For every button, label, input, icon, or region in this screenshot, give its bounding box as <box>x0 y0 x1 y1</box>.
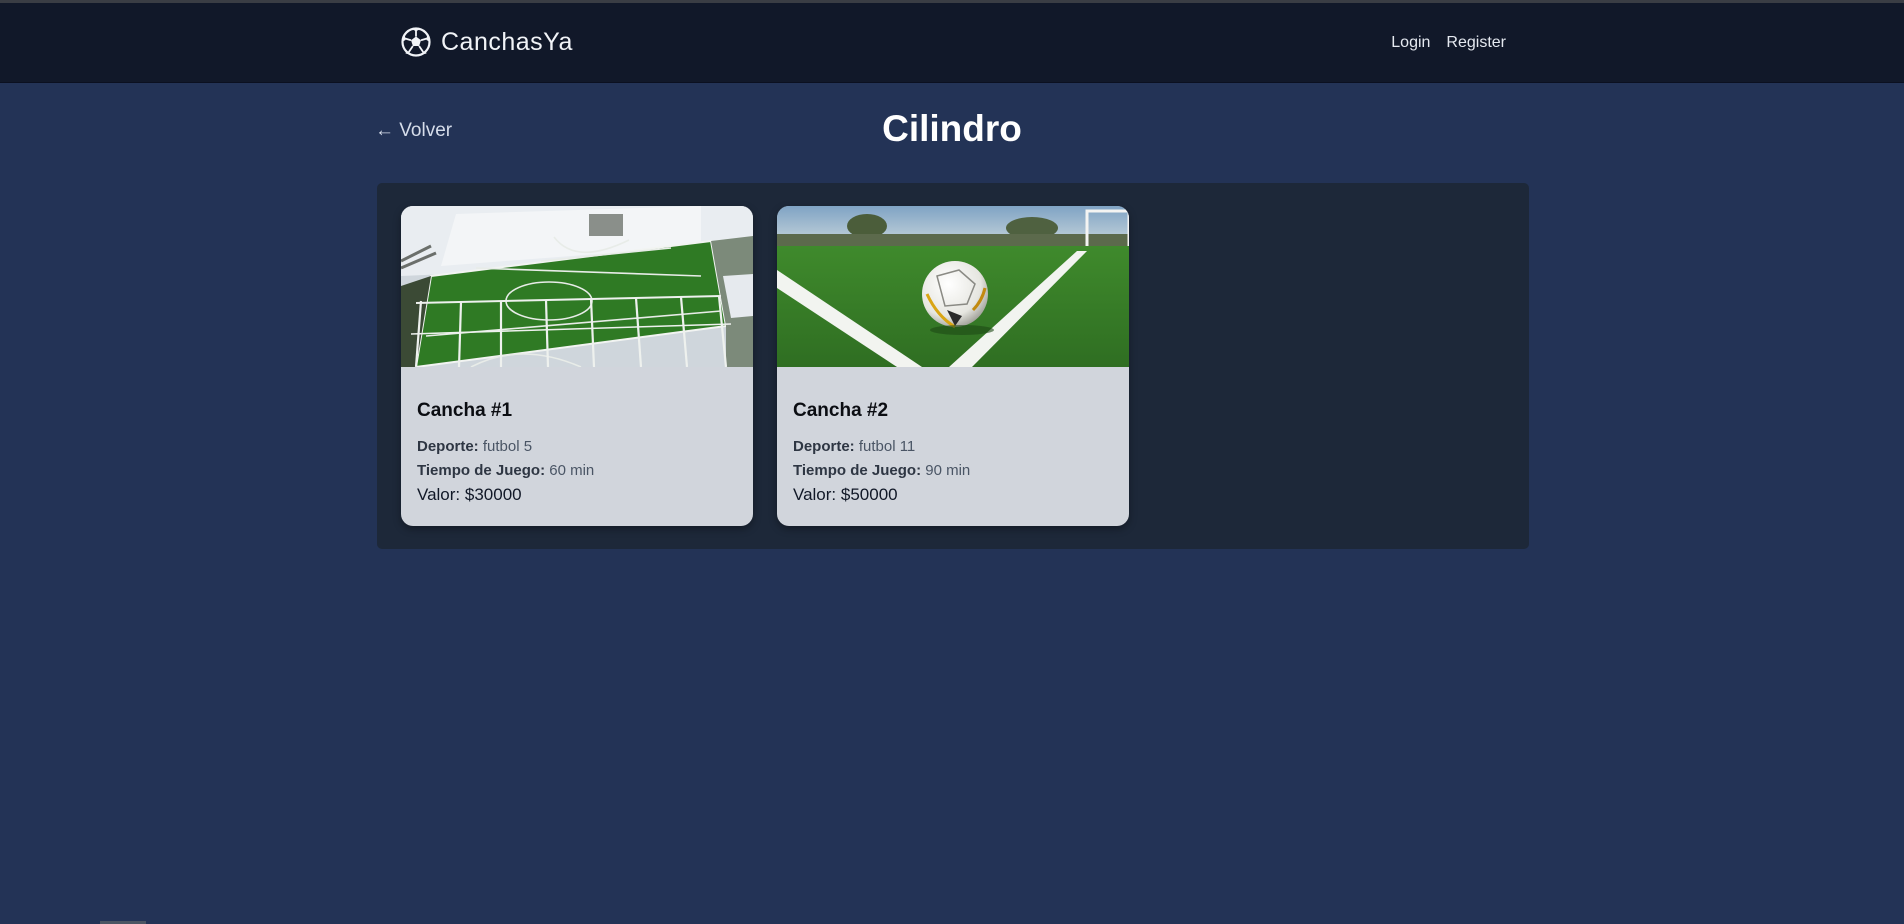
courts-panel: Cancha #1 Deporte: futbol 5 Tiempo de Ju… <box>377 183 1529 549</box>
brand-logo-link[interactable]: CanchasYa <box>401 27 573 57</box>
brand-name: CanchasYa <box>441 27 573 56</box>
page-title: Cilindro <box>882 108 1022 149</box>
court-name: Cancha #1 <box>417 400 513 421</box>
court-photo-aerial <box>401 206 753 367</box>
court-play-time-value: 60 min <box>549 462 595 479</box>
court-play-time-value: 90 min <box>925 462 971 479</box>
court-sport-label: Deporte: <box>417 438 479 455</box>
court-card[interactable]: Cancha #1 Deporte: futbol 5 Tiempo de Ju… <box>401 206 753 526</box>
court-photo-ball <box>777 206 1129 367</box>
court-sport-label: Deporte: <box>793 438 855 455</box>
court-card-body: Cancha #1 Deporte: futbol 5 Tiempo de Ju… <box>401 367 753 505</box>
court-name: Cancha #2 <box>793 400 889 421</box>
court-sport-value: futbol 11 <box>858 438 916 455</box>
court-price: Valor: $30000 <box>417 485 522 504</box>
court-card[interactable]: Cancha #2 Deporte: futbol 11 Tiempo de J… <box>777 206 1129 526</box>
court-card-body: Cancha #2 Deporte: futbol 11 Tiempo de J… <box>777 367 1129 505</box>
soccer-ball-icon <box>401 27 431 57</box>
navbar: CanchasYa Login Register <box>0 3 1904 83</box>
court-sport: Deporte: futbol 5 <box>417 435 737 459</box>
court-play-time-label: Tiempo de Juego: <box>417 462 546 479</box>
court-play-time: Tiempo de Juego: 60 min <box>417 459 737 483</box>
court-play-time-label: Tiempo de Juego: <box>793 462 922 479</box>
register-link[interactable]: Register <box>1446 34 1506 52</box>
court-play-time: Tiempo de Juego: 90 min <box>793 459 1113 483</box>
nav-links: Login Register <box>1391 34 1506 52</box>
court-sport: Deporte: futbol 11 <box>793 435 1113 459</box>
court-sport-value: futbol 5 <box>482 438 533 455</box>
login-link[interactable]: Login <box>1391 34 1430 52</box>
court-price: Valor: $50000 <box>793 485 898 504</box>
